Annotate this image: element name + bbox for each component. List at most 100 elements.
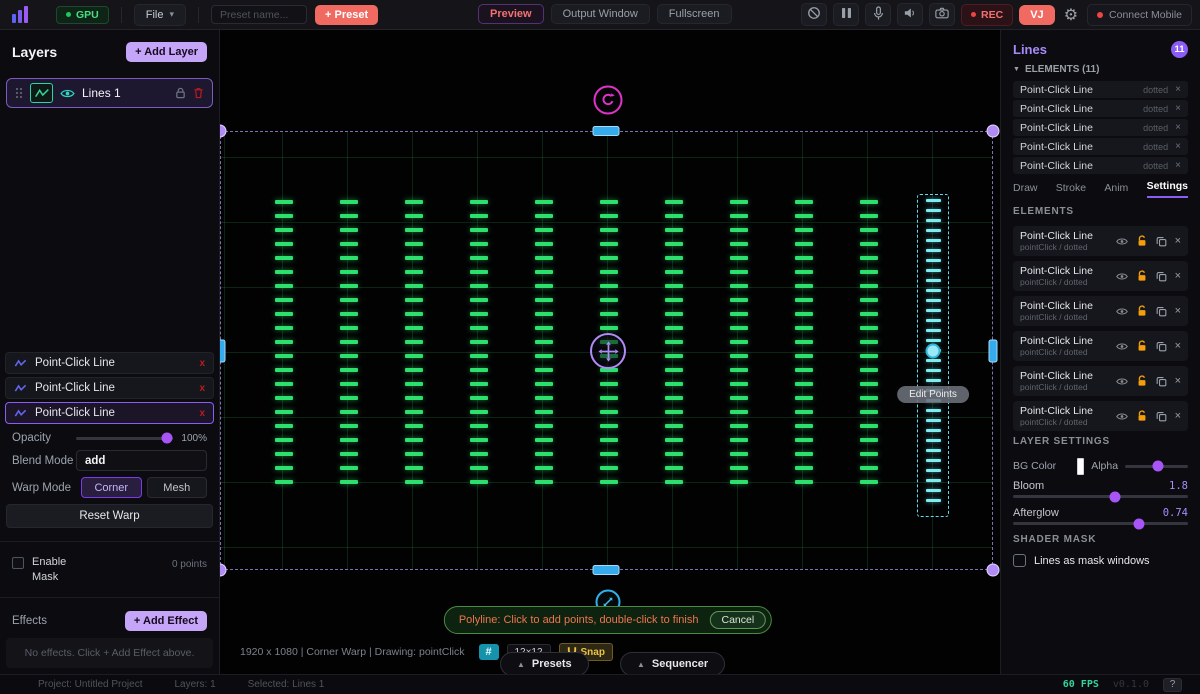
vj-mode-button[interactable]: VJ [1019,5,1054,25]
close-icon[interactable]: × [1175,235,1181,247]
pause-button[interactable] [833,3,859,26]
close-icon[interactable]: × [1175,270,1181,282]
sequencer-drawer-button[interactable]: ▲Sequencer [620,652,725,676]
connect-mobile-button[interactable]: Connect Mobile [1087,4,1192,26]
visibility-eye-icon[interactable] [1116,272,1128,281]
duplicate-icon[interactable] [1156,306,1167,317]
mask-windows-checkbox[interactable] [1013,554,1026,567]
close-icon[interactable]: × [1175,410,1181,422]
visibility-eye-icon[interactable] [1116,307,1128,316]
help-button[interactable]: ? [1163,678,1182,692]
quick-element-row[interactable]: Point-Click Linedotted× [1013,119,1188,136]
element-detail-row[interactable]: Point-Click LinepointClick / dotted × [1013,296,1188,326]
close-icon[interactable]: × [1175,340,1181,352]
element-row-selected[interactable]: Point-Click Line x [5,402,214,424]
add-effect-button[interactable]: + Add Effect [125,611,207,631]
opacity-slider[interactable] [76,437,173,440]
warp-corner-button[interactable]: Corner [81,477,142,498]
corner-warp-handle-top-right[interactable] [987,125,1000,138]
visibility-eye-icon[interactable] [1116,237,1128,246]
duplicate-icon[interactable] [1156,376,1167,387]
layer-visibility-eye-icon[interactable] [60,88,75,99]
quick-element-row[interactable]: Point-Click Linedotted× [1013,138,1188,155]
disable-button[interactable] [801,3,827,26]
close-icon[interactable]: × [1175,122,1181,133]
tab-anim[interactable]: Anim [1104,182,1128,198]
alpha-slider[interactable] [1125,465,1188,468]
add-layer-button[interactable]: + Add Layer [126,42,207,62]
duplicate-icon[interactable] [1156,271,1167,282]
element-detail-row[interactable]: Point-Click LinepointClick / dotted × [1013,401,1188,431]
afterglow-slider[interactable] [1013,522,1188,525]
close-icon[interactable]: × [1175,103,1181,114]
close-icon[interactable]: × [1175,84,1181,95]
microphone-button[interactable] [865,3,891,26]
unlock-icon[interactable] [1136,235,1148,247]
unlock-icon[interactable] [1136,270,1148,282]
visibility-eye-icon[interactable] [1116,377,1128,386]
bg-color-swatch[interactable] [1077,458,1084,475]
unlock-icon[interactable] [1136,410,1148,422]
close-icon[interactable]: x [199,408,205,419]
warp-mesh-button[interactable]: Mesh [147,477,208,498]
tab-stroke[interactable]: Stroke [1056,182,1086,198]
unlock-icon[interactable] [1136,375,1148,387]
close-icon[interactable]: × [1175,305,1181,317]
duplicate-icon[interactable] [1156,341,1167,352]
slider-thumb[interactable] [1109,491,1120,502]
element-detail-row[interactable]: Point-Click LinepointClick / dotted × [1013,226,1188,256]
slider-thumb[interactable] [161,433,172,444]
unlock-icon[interactable] [1136,305,1148,317]
bloom-slider[interactable] [1013,495,1188,498]
blend-mode-select[interactable]: add [76,450,207,471]
audio-button[interactable] [897,3,923,26]
add-preset-button[interactable]: + Preset [315,5,378,25]
quick-element-row[interactable]: Point-Click Linedotted× [1013,100,1188,117]
close-icon[interactable]: x [199,358,205,369]
layer-lock-icon[interactable] [175,87,186,99]
unlock-icon[interactable] [1136,340,1148,352]
tab-settings[interactable]: Settings [1147,180,1188,198]
output-window-button[interactable]: Output Window [551,4,650,24]
element-detail-row[interactable]: Point-Click LinepointClick / dotted × [1013,366,1188,396]
tab-draw[interactable]: Draw [1013,182,1038,198]
file-menu-button[interactable]: File▾ [134,4,186,26]
move-handle-icon[interactable] [590,333,626,369]
presets-drawer-button[interactable]: ▲Presets [500,652,589,676]
corner-warp-handle-bottom-right[interactable] [987,564,1000,577]
screenshot-button[interactable] [929,3,955,26]
element-detail-row[interactable]: Point-Click LinepointClick / dotted × [1013,331,1188,361]
cancel-button[interactable]: Cancel [710,611,767,629]
element-row[interactable]: Point-Click Line x [5,352,214,374]
quick-element-row[interactable]: Point-Click Linedotted× [1013,157,1188,174]
element-detail-row[interactable]: Point-Click LinepointClick / dotted × [1013,261,1188,291]
edge-handle-top[interactable] [593,126,620,136]
slider-thumb[interactable] [1152,461,1163,472]
rotate-handle-icon[interactable] [594,86,623,115]
layer-delete-trash-icon[interactable] [193,87,204,99]
record-button[interactable]: REC [961,4,1013,26]
edge-handle-bottom[interactable] [593,565,620,575]
reset-warp-button[interactable]: Reset Warp [6,504,213,528]
drag-handle-icon[interactable] [15,87,23,99]
preset-name-input[interactable] [211,5,307,24]
close-icon[interactable]: × [1175,375,1181,387]
settings-gear-icon[interactable]: ⚙ [1061,5,1081,25]
edge-handle-right[interactable] [989,340,998,363]
visibility-eye-icon[interactable] [1116,412,1128,421]
close-icon[interactable]: x [199,383,205,394]
enable-mask-checkbox[interactable] [12,557,24,569]
projection-canvas[interactable]: Edit Points Polyline: Click to add point… [220,30,1000,674]
fullscreen-button[interactable]: Fullscreen [657,4,732,24]
element-row[interactable]: Point-Click Line x [5,377,214,399]
edit-points-button[interactable]: Edit Points [897,386,969,403]
slider-thumb[interactable] [1134,518,1145,529]
layer-row-lines-1[interactable]: Lines 1 [6,78,213,108]
line-point-handle[interactable] [926,344,941,359]
duplicate-icon[interactable] [1156,411,1167,422]
close-icon[interactable]: × [1175,141,1181,152]
elements-collapsible-header[interactable]: ▼ ELEMENTS (11) [1013,63,1188,76]
grid-toggle-button[interactable]: # [479,644,499,660]
duplicate-icon[interactable] [1156,236,1167,247]
close-icon[interactable]: × [1175,160,1181,171]
